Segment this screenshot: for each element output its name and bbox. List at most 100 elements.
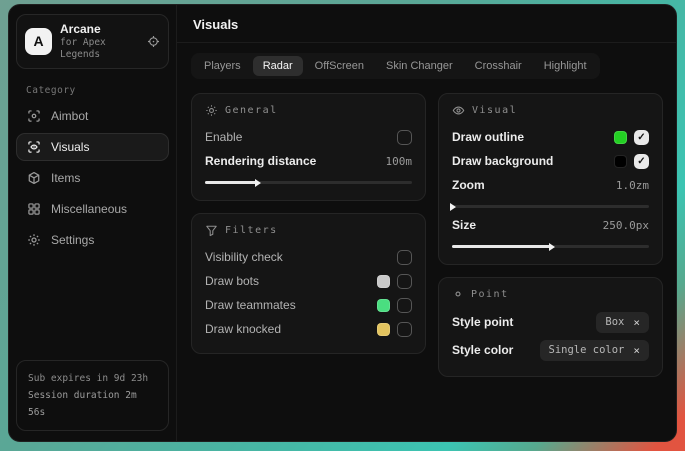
tab-bar: Players Radar OffScreen Skin Changer Cro…	[191, 53, 600, 79]
sidebar-item-visuals[interactable]: Visuals	[16, 133, 169, 161]
setting-label: Rendering distance	[205, 154, 316, 168]
slider-thumb[interactable]	[549, 243, 555, 251]
session-duration-text: Session duration 2m 56s	[28, 387, 157, 421]
tab-offscreen[interactable]: OffScreen	[305, 56, 374, 76]
setting-row-visibility-check: Visibility check	[205, 246, 412, 268]
main-header: Visuals	[177, 5, 676, 43]
panel-filters: Filters Visibility check Draw bots	[191, 213, 426, 354]
close-icon[interactable]: ×	[633, 316, 640, 329]
panel-title: Filters	[225, 225, 278, 236]
panel-title: Point	[471, 289, 509, 300]
crosshair-icon	[27, 109, 41, 123]
sun-icon	[205, 104, 218, 117]
panel-visual: Visual Draw outline ✓ Draw background	[438, 93, 663, 265]
setting-label: Style color	[452, 343, 513, 357]
eye-icon	[452, 104, 465, 117]
app-name: Arcane	[60, 22, 139, 37]
size-slider[interactable]	[452, 245, 649, 248]
slider-thumb[interactable]	[450, 203, 456, 211]
setting-row-rendering-distance: Rendering distance 100m	[205, 150, 412, 172]
size-value: 250.0px	[603, 219, 649, 232]
draw-outline-checkbox[interactable]: ✓	[634, 130, 649, 145]
sub-expiry-text: Sub expires in 9d 23h	[28, 370, 157, 387]
teammates-color-swatch[interactable]	[377, 299, 390, 312]
brand-card: A Arcane for Apex Legends	[16, 14, 169, 69]
app-logo: A	[25, 28, 52, 55]
chip-value: Single color	[549, 344, 625, 356]
outline-color-swatch[interactable]	[614, 131, 627, 144]
sidebar: A Arcane for Apex Legends Category	[9, 5, 177, 441]
setting-row-draw-background: Draw background ✓	[452, 150, 649, 172]
close-icon[interactable]: ×	[633, 344, 640, 357]
sidebar-item-aimbot[interactable]: Aimbot	[16, 102, 169, 130]
sidebar-item-items[interactable]: Items	[16, 164, 169, 192]
tab-crosshair[interactable]: Crosshair	[465, 56, 532, 76]
panel-title: General	[225, 105, 278, 116]
draw-teammates-checkbox[interactable]	[397, 298, 412, 313]
eye-scan-icon	[27, 140, 41, 154]
tab-radar[interactable]: Radar	[253, 56, 303, 76]
zoom-slider[interactable]	[452, 205, 649, 208]
setting-label: Draw outline	[452, 130, 524, 144]
sidebar-nav: Aimbot Visuals Items	[16, 102, 169, 254]
setting-row-enable: Enable	[205, 126, 412, 148]
setting-label: Draw bots	[205, 274, 259, 288]
rendering-distance-value: 100m	[386, 155, 413, 168]
rendering-distance-slider[interactable]	[205, 181, 412, 184]
target-icon[interactable]	[147, 35, 160, 48]
grid-icon	[27, 202, 41, 216]
setting-label: Style point	[452, 315, 513, 329]
slider-thumb[interactable]	[255, 179, 261, 187]
chip-value: Box	[605, 316, 624, 328]
sidebar-item-settings[interactable]: Settings	[16, 226, 169, 254]
background-color-swatch[interactable]	[614, 155, 627, 168]
sidebar-item-miscellaneous[interactable]: Miscellaneous	[16, 195, 169, 223]
setting-label: Enable	[205, 130, 242, 144]
setting-label: Zoom	[452, 178, 485, 192]
sidebar-item-label: Aimbot	[51, 109, 88, 123]
draw-background-checkbox[interactable]: ✓	[634, 154, 649, 169]
setting-row-style-point: Style point Box ×	[452, 309, 649, 335]
visibility-check-checkbox[interactable]	[397, 250, 412, 265]
setting-row-draw-teammates: Draw teammates	[205, 294, 412, 316]
setting-row-draw-knocked: Draw knocked	[205, 318, 412, 340]
tab-players[interactable]: Players	[194, 56, 251, 76]
panel-general: General Enable Rendering distance 100m	[191, 93, 426, 201]
tab-skin-changer[interactable]: Skin Changer	[376, 56, 463, 76]
setting-label: Draw background	[452, 154, 553, 168]
session-card: Sub expires in 9d 23h Session duration 2…	[16, 360, 169, 431]
knocked-color-swatch[interactable]	[377, 323, 390, 336]
setting-label: Size	[452, 218, 476, 232]
app-window: A Arcane for Apex Legends Category	[8, 4, 677, 442]
cube-icon	[27, 171, 41, 185]
setting-row-zoom: Zoom 1.0zm	[452, 174, 649, 196]
setting-label: Visibility check	[205, 250, 283, 264]
draw-knocked-checkbox[interactable]	[397, 322, 412, 337]
setting-label: Draw teammates	[205, 298, 296, 312]
setting-row-style-color: Style color Single color ×	[452, 337, 649, 363]
panel-title: Visual	[472, 105, 517, 116]
sidebar-item-label: Settings	[51, 233, 94, 247]
main-area: Visuals Players Radar OffScreen Skin Cha…	[177, 5, 676, 441]
sidebar-item-label: Items	[51, 171, 80, 185]
zoom-value: 1.0zm	[616, 179, 649, 192]
sidebar-item-label: Miscellaneous	[51, 202, 127, 216]
style-color-chip[interactable]: Single color ×	[540, 340, 649, 361]
setting-row-draw-bots: Draw bots	[205, 270, 412, 292]
bots-color-swatch[interactable]	[377, 275, 390, 288]
enable-checkbox[interactable]	[397, 130, 412, 145]
tab-highlight[interactable]: Highlight	[534, 56, 597, 76]
gear-icon	[27, 233, 41, 247]
setting-row-size: Size 250.0px	[452, 214, 649, 236]
style-point-chip[interactable]: Box ×	[596, 312, 649, 333]
funnel-icon	[205, 224, 218, 237]
category-label: Category	[26, 85, 169, 96]
page-title: Visuals	[193, 17, 660, 32]
dot-icon	[452, 288, 464, 300]
app-subtitle: for Apex Legends	[60, 37, 139, 61]
setting-row-draw-outline: Draw outline ✓	[452, 126, 649, 148]
draw-bots-checkbox[interactable]	[397, 274, 412, 289]
sidebar-item-label: Visuals	[51, 140, 89, 154]
panel-point: Point Style point Box × Style color Sing…	[438, 277, 663, 377]
setting-label: Draw knocked	[205, 322, 281, 336]
